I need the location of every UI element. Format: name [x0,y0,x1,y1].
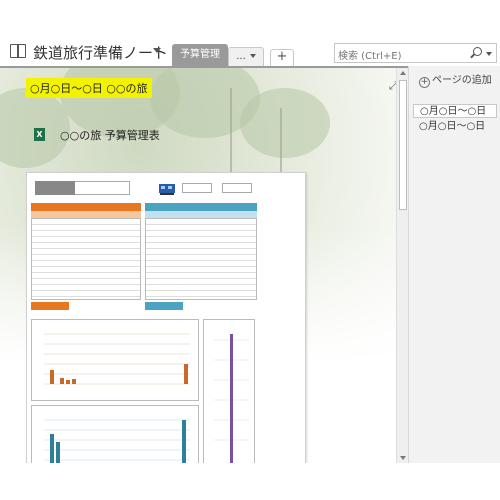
scroll-down-arrow-icon[interactable] [400,456,406,460]
excel-file-icon[interactable]: X [34,128,45,141]
chevron-down-icon[interactable] [153,48,161,53]
table-column-header [31,211,141,218]
title-bar: 鉄道旅行準備ノート 予算管理 ... + 検索 (Ctrl+E) [0,0,500,66]
search-input[interactable]: 検索 (Ctrl+E) [334,43,497,63]
page-title[interactable]: ○月○日～○日 ○○の旅 [26,78,152,98]
spreadsheet-printout[interactable] [26,172,306,463]
add-page-label: ページの追加 [432,75,492,86]
bottom-area [0,463,500,500]
table-total-day [145,302,183,310]
plus-icon: + [419,77,430,88]
chart-day-expenses [31,405,199,463]
search-placeholder: 検索 (Ctrl+E) [338,51,402,62]
scrollbar-thumb[interactable] [399,80,407,210]
background-photo [240,88,330,158]
notebook-icon[interactable] [10,44,26,58]
sheet-summary-box [222,183,252,193]
tab-more[interactable]: ... [228,47,264,66]
table-column-header [145,211,257,218]
sheet-header-label [35,181,75,195]
table-body-pre [31,218,141,300]
tab-more-label: ... [236,51,246,62]
onenote-window: 鉄道旅行準備ノート 予算管理 ... + 検索 (Ctrl+E) ○月○日～○日… [0,0,500,500]
table-total-pre [31,302,69,310]
table-body-day [145,218,257,300]
page-list-item[interactable]: ○月○日～○日 [413,120,497,134]
search-icon[interactable] [473,47,482,56]
vertical-scrollbar[interactable] [396,68,408,463]
add-page-button[interactable]: + ページの追加 [419,71,492,88]
tab-budget[interactable]: 予算管理 [172,44,228,66]
chart-total [203,319,255,463]
add-section-button[interactable]: + [270,49,294,66]
table-header-day [145,203,257,211]
page-list-pane: + ページの追加 ○月○日～○日 ○月○日～○日 [408,66,500,463]
sheet-summary-box [182,183,212,193]
chevron-down-icon[interactable] [486,52,492,56]
table-header-pre [31,203,141,211]
train-icon [157,181,177,195]
scroll-up-arrow-icon[interactable] [400,71,406,75]
page-canvas[interactable]: ○月○日～○日 ○○の旅 X ○○の旅 予算管理表 [0,68,396,463]
chevron-down-icon [249,54,256,58]
chart-pre-expenses [31,319,199,401]
notebook-title[interactable]: 鉄道旅行準備ノート [33,42,168,63]
attachment-label[interactable]: ○○の旅 予算管理表 [60,127,160,143]
page-list-item[interactable]: ○月○日～○日 [413,104,497,118]
